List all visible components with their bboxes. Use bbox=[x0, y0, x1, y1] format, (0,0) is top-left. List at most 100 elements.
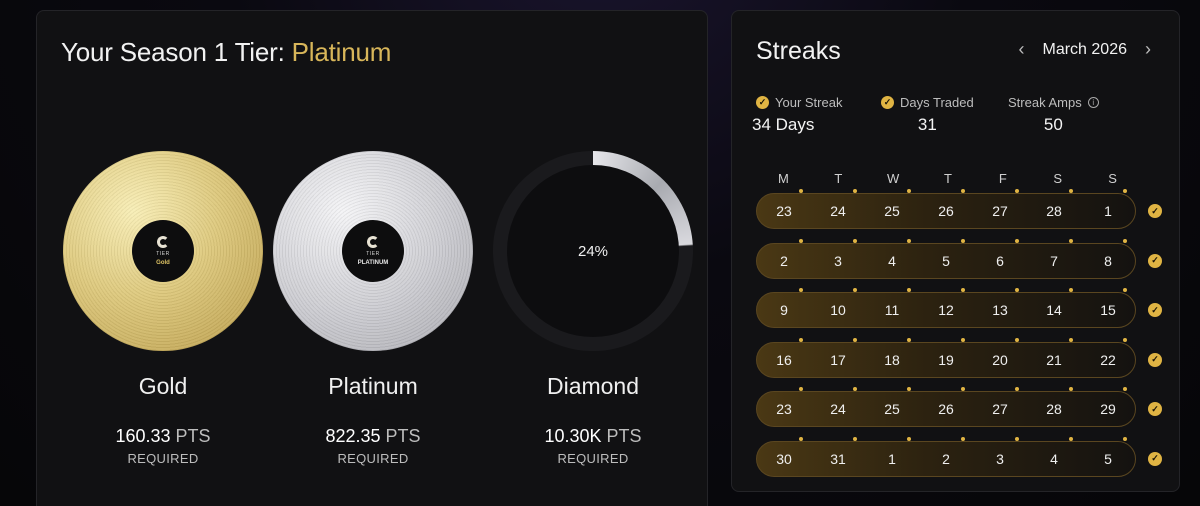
check-circle-icon: ✓ bbox=[756, 96, 769, 109]
stat-days-traded: ✓ Days Traded 31 bbox=[881, 95, 974, 135]
traded-dot-icon bbox=[1069, 387, 1073, 391]
day-number: 14 bbox=[1046, 302, 1062, 318]
day-number: 25 bbox=[884, 203, 900, 219]
calendar-day[interactable]: 18 bbox=[865, 337, 919, 368]
calendar-day[interactable]: 25 bbox=[865, 189, 919, 219]
calendar-day[interactable]: 1 bbox=[865, 436, 919, 467]
day-number: 4 bbox=[888, 252, 896, 269]
current-tier-name: Platinum bbox=[291, 37, 392, 67]
calendar-day[interactable]: 9 bbox=[757, 288, 811, 318]
calendar-day[interactable]: 22 bbox=[1081, 337, 1135, 368]
traded-dot-icon bbox=[799, 436, 803, 441]
day-number: 3 bbox=[996, 450, 1004, 467]
stat-your-streak: ✓ Your Streak 34 Days bbox=[752, 95, 842, 135]
stat-value: 50 bbox=[1043, 115, 1063, 134]
calendar-day[interactable]: 23 bbox=[757, 387, 811, 417]
stat-value: 34 Days bbox=[752, 115, 815, 134]
calendar-day[interactable]: 2 bbox=[919, 436, 973, 467]
calendar-day[interactable]: 25 bbox=[865, 387, 919, 417]
calendar-day[interactable]: 28 bbox=[1027, 387, 1081, 417]
weekday-label: M bbox=[778, 171, 789, 186]
calendar-day[interactable]: 3 bbox=[973, 436, 1027, 467]
stat-value: 31 bbox=[917, 115, 937, 134]
day-number: 31 bbox=[830, 450, 846, 467]
calendar-day[interactable]: 28 bbox=[1027, 189, 1081, 219]
pts-unit: PTS bbox=[175, 426, 211, 446]
calendar-week-row: 16 17 18 19 20 21 22 bbox=[756, 337, 1136, 378]
day-number: 27 bbox=[992, 401, 1008, 417]
calendar-day[interactable]: 29 bbox=[1081, 387, 1135, 417]
current-month: March 2026 bbox=[1042, 40, 1128, 58]
traded-dot-icon bbox=[799, 189, 803, 193]
calendar-day[interactable]: 15 bbox=[1081, 288, 1135, 318]
traded-dot-icon bbox=[1123, 337, 1127, 342]
traded-dot-icon bbox=[1015, 189, 1019, 193]
calendar-day[interactable]: 30 bbox=[757, 436, 811, 467]
calendar-day[interactable]: 26 bbox=[919, 189, 973, 219]
day-number: 16 bbox=[776, 351, 792, 368]
info-icon[interactable]: i bbox=[1087, 97, 1099, 108]
calendar-day[interactable]: 8 bbox=[1081, 238, 1135, 269]
day-number: 26 bbox=[938, 203, 954, 219]
calendar-day[interactable]: 5 bbox=[1081, 436, 1135, 467]
tier-title-prefix: Your Season 1 Tier: bbox=[61, 37, 285, 67]
traded-dot-icon bbox=[907, 337, 911, 342]
calendar-day[interactable]: 10 bbox=[811, 288, 865, 318]
calendar-day[interactable]: 20 bbox=[973, 337, 1027, 368]
progress-percent: 24% bbox=[577, 242, 609, 260]
calendar-day[interactable]: 3 bbox=[811, 238, 865, 269]
calendar-day[interactable]: 7 bbox=[1027, 238, 1081, 269]
traded-dot-icon bbox=[1123, 288, 1127, 292]
calendar-day[interactable]: 27 bbox=[973, 189, 1027, 219]
week-complete-check-icon: ✓ bbox=[1148, 402, 1162, 416]
traded-dot-icon bbox=[853, 387, 857, 391]
traded-dot-icon bbox=[799, 238, 803, 243]
calendar-day[interactable]: 17 bbox=[811, 337, 865, 368]
traded-dot-icon bbox=[853, 238, 857, 243]
chevron-right-icon[interactable]: › bbox=[1145, 39, 1151, 60]
calendar-day[interactable]: 31 bbox=[811, 436, 865, 467]
weekday-label: W bbox=[887, 171, 900, 186]
calendar-day[interactable]: 13 bbox=[973, 288, 1027, 318]
tier-req-diamond: REQUIRED bbox=[557, 451, 629, 466]
day-number: 9 bbox=[780, 302, 788, 318]
tier-name-diamond: Diamond bbox=[546, 373, 640, 399]
traded-dot-icon bbox=[1015, 337, 1019, 342]
season-tier-panel: Your Season 1 Tier: Platinum TIER Gold G… bbox=[36, 10, 708, 506]
calendar-day[interactable]: 27 bbox=[973, 387, 1027, 417]
traded-dot-icon bbox=[1123, 189, 1127, 193]
day-number: 26 bbox=[938, 401, 954, 417]
disc-label: TIER Gold bbox=[132, 220, 194, 282]
calendar-day[interactable]: 24 bbox=[811, 387, 865, 417]
day-number: 25 bbox=[884, 401, 900, 417]
calendar-day[interactable]: 23 bbox=[757, 189, 811, 219]
calendar-day[interactable]: 4 bbox=[865, 238, 919, 269]
day-number: 28 bbox=[1046, 203, 1062, 219]
chevron-left-icon[interactable]: ‹ bbox=[1019, 39, 1025, 60]
day-number: 15 bbox=[1100, 302, 1116, 318]
calendar-day[interactable]: 12 bbox=[919, 288, 973, 318]
calendar-day[interactable]: 26 bbox=[919, 387, 973, 417]
calendar-day[interactable]: 4 bbox=[1027, 436, 1081, 467]
calendar-day[interactable]: 2 bbox=[757, 238, 811, 269]
day-number: 1 bbox=[1104, 203, 1112, 219]
calendar-day[interactable]: 1 bbox=[1081, 189, 1135, 219]
calendar-day[interactable]: 5 bbox=[919, 238, 973, 269]
calendar-day[interactable]: 11 bbox=[865, 288, 919, 318]
calendar-day[interactable]: 21 bbox=[1027, 337, 1081, 368]
traded-dot-icon bbox=[1069, 189, 1073, 193]
calendar-day[interactable]: 19 bbox=[919, 337, 973, 368]
traded-dot-icon bbox=[907, 238, 911, 243]
day-number: 19 bbox=[938, 351, 954, 368]
tier-name-gold: Gold bbox=[138, 373, 188, 399]
calendar-week-row: 30 31 1 2 3 4 5 bbox=[756, 436, 1136, 477]
gold-record-disc: TIER Gold bbox=[63, 151, 263, 351]
ring-center: 24% bbox=[507, 165, 679, 337]
calendar-day[interactable]: 24 bbox=[811, 189, 865, 219]
month-navigator: ‹ March 2026 › bbox=[1019, 39, 1152, 60]
stat-label: Days Traded bbox=[900, 95, 974, 110]
calendar-day[interactable]: 16 bbox=[757, 337, 811, 368]
calendar-day[interactable]: 6 bbox=[973, 238, 1027, 269]
week-complete-check-icon: ✓ bbox=[1148, 253, 1162, 268]
calendar-day[interactable]: 14 bbox=[1027, 288, 1081, 318]
